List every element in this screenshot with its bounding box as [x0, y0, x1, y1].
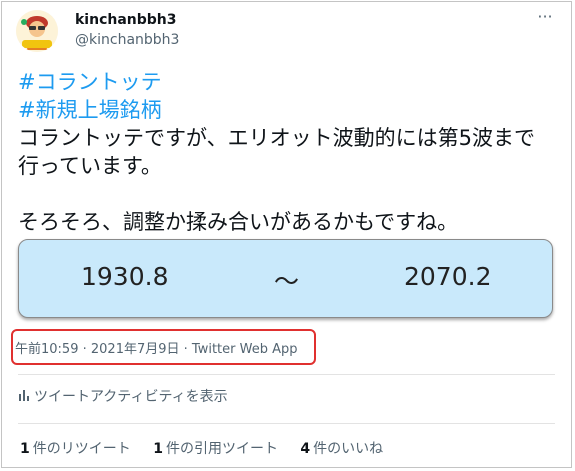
hashtag-link[interactable]: #コラントッテ [18, 68, 563, 96]
tweet-body-line: そろそろ、調整か揉み合いがあるかもですね。 [18, 210, 459, 234]
paragraph-break [18, 180, 563, 208]
bar-chart-icon [18, 389, 30, 405]
tweet-source-link[interactable]: Twitter Web App [192, 342, 298, 357]
tweet-activity-link[interactable]: ツイートアクティビティを表示 [18, 386, 228, 406]
quote-count: 1 [153, 441, 163, 457]
quote-tweet-count-link[interactable]: 1 件の引用ツイート [153, 438, 278, 458]
tweet-text: #コラントッテ #新規上場銘柄 コラントッテですが、エリオット波動的には第5波ま… [18, 68, 563, 236]
like-count-link[interactable]: 4 件のいいね [300, 438, 383, 458]
separator-dot: · [78, 342, 91, 357]
quote-label: 件の引用ツイート [165, 441, 278, 457]
price-low: 1930.8 [81, 262, 169, 291]
avatar-illustration [16, 10, 58, 52]
tweet-time-link[interactable]: 午前10:59 [15, 342, 78, 357]
avatar[interactable] [16, 10, 58, 52]
user-handle[interactable]: @kinchanbbh3 [75, 32, 179, 48]
like-label: 件のいいね [313, 441, 384, 457]
divider [18, 423, 555, 424]
price-high: 2070.2 [404, 262, 492, 291]
like-count: 4 [300, 441, 311, 457]
activity-label: ツイートアクティビティを表示 [34, 389, 228, 405]
divider [18, 374, 555, 375]
retweet-label: 件のリツイート [32, 441, 131, 457]
more-options-icon[interactable]: ··· [532, 8, 558, 28]
retweet-count-link[interactable]: 1 件のリツイート [20, 438, 131, 458]
range-separator: ～ [274, 267, 300, 296]
hashtag-link[interactable]: #新規上場銘柄 [18, 96, 563, 124]
tweet-body-line: コラントッテですが、エリオット波動的には第5波まで [18, 126, 535, 150]
retweet-count: 1 [20, 441, 30, 457]
attached-image[interactable]: 1930.8 ～ 2070.2 [18, 239, 553, 318]
separator-dot: · [179, 342, 192, 357]
display-name[interactable]: kinchanbbh3 [75, 12, 177, 28]
tweet-body-line: 行っています。 [18, 154, 162, 178]
engagement-stats: 1 件のリツイート 1 件の引用ツイート 4 件のいいね [20, 438, 401, 458]
tweet-metadata: 午前10:59 · 2021年7月9日 · Twitter Web App [15, 338, 298, 357]
tweet-date-link[interactable]: 2021年7月9日 [91, 342, 180, 357]
